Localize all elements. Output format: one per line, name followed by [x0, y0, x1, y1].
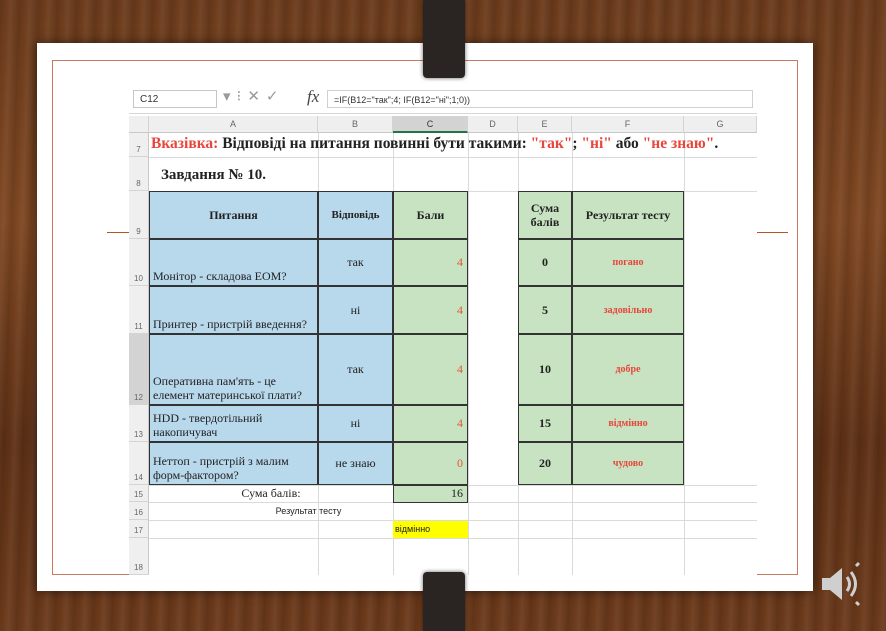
scale-result-cell[interactable]: відмінно: [572, 405, 684, 442]
row-header-7[interactable]: 7: [129, 133, 149, 157]
scale-result-cell[interactable]: добре: [572, 334, 684, 405]
scale-result-cell[interactable]: задовільно: [572, 286, 684, 334]
question-header[interactable]: Питання: [149, 191, 318, 239]
row-header-16[interactable]: 16: [129, 502, 149, 520]
column-header-f[interactable]: F: [572, 116, 684, 133]
answer-cell[interactable]: ні: [318, 405, 393, 442]
row-header-14[interactable]: 14: [129, 442, 149, 485]
confirm-icon[interactable]: ✓: [266, 88, 285, 105]
column-header-e[interactable]: E: [518, 116, 572, 133]
sum-label: Сума балів:: [241, 486, 301, 500]
question-cell[interactable]: Монітор - складова ЕОМ?: [149, 239, 318, 286]
name-box[interactable]: C12: [133, 90, 217, 108]
question-cell[interactable]: HDD - твердотільний накопичувач: [149, 405, 318, 442]
formula-bar: C12 ▾⁝✕✓ fx =IF(B12="так";4; IF(B12="ні"…: [129, 85, 757, 114]
function-icon[interactable]: fx: [307, 87, 319, 107]
row-header-15[interactable]: 15: [129, 485, 149, 502]
hint-options: "так"; "ні" або "не знаю".: [530, 135, 719, 152]
question-cell[interactable]: Неттоп - пристрій з малим форм-фактором?: [149, 442, 318, 485]
sum-value-cell[interactable]: 16: [393, 485, 468, 503]
grid-line: [684, 133, 685, 575]
column-header-c[interactable]: C: [393, 116, 468, 133]
row-header-11[interactable]: 11: [129, 286, 149, 334]
scale-points-cell[interactable]: 20: [518, 442, 572, 485]
points-cell[interactable]: 0: [393, 442, 468, 485]
select-all-corner[interactable]: [129, 116, 149, 133]
hint-prefix: Вказівка:: [151, 135, 219, 152]
scale-points-cell[interactable]: 15: [518, 405, 572, 442]
result-value-cell[interactable]: відмінно: [393, 521, 468, 538]
answer-header[interactable]: Відповідь: [318, 191, 393, 239]
row-header-9[interactable]: 9: [129, 191, 149, 239]
grid-line: [468, 133, 469, 575]
column-header-a[interactable]: A: [149, 116, 318, 133]
row-header-13[interactable]: 13: [129, 405, 149, 442]
answer-cell[interactable]: так: [318, 334, 393, 405]
formula-bar-buttons: ▾⁝✕✓: [223, 87, 284, 105]
grid-line: [149, 157, 757, 158]
speaker-icon[interactable]: [818, 560, 864, 608]
scale-points-cell[interactable]: 0: [518, 239, 572, 286]
scale-sum-header[interactable]: Сума балів: [518, 191, 572, 239]
dropdown-icon[interactable]: ▾: [223, 88, 237, 105]
row-header-10[interactable]: 10: [129, 239, 149, 286]
row-header-8[interactable]: 8: [129, 157, 149, 191]
row-header-12[interactable]: 12: [129, 334, 149, 405]
binder-clip-bottom: [423, 572, 465, 631]
question-cell[interactable]: Принтер - пристрій введення?: [149, 286, 318, 334]
cancel-icon[interactable]: ✕: [247, 88, 266, 105]
task-title: Завдання № 10.: [161, 167, 266, 183]
scale-result-header[interactable]: Результат тесту: [572, 191, 684, 239]
hint-body: Відповіді на питання повинні бути такими…: [218, 135, 531, 152]
points-cell-selected[interactable]: 4: [393, 334, 468, 405]
question-cell[interactable]: Оперативна пам'ять - це елемент материнс…: [149, 334, 318, 405]
column-header-b[interactable]: B: [318, 116, 393, 133]
points-cell[interactable]: 4: [393, 286, 468, 334]
row-header-18[interactable]: 18: [129, 538, 149, 575]
points-cell[interactable]: 4: [393, 239, 468, 286]
column-header-d[interactable]: D: [468, 116, 518, 133]
row-header-17[interactable]: 17: [129, 520, 149, 538]
points-header[interactable]: Бали: [393, 191, 468, 239]
spreadsheet-screenshot: C12 ▾⁝✕✓ fx =IF(B12="так";4; IF(B12="ні"…: [129, 85, 757, 575]
hint-text: Вказівка: Відповіді на питання повинні б…: [151, 135, 757, 157]
binder-clip-top: [423, 0, 465, 78]
answer-cell[interactable]: ні: [318, 286, 393, 334]
scale-points-cell[interactable]: 5: [518, 286, 572, 334]
grid-line: [149, 538, 757, 539]
points-cell[interactable]: 4: [393, 405, 468, 442]
separator-icon: ⁝: [236, 88, 248, 105]
scale-result-cell[interactable]: чудово: [572, 442, 684, 485]
answer-cell[interactable]: так: [318, 239, 393, 286]
result-label: Результат тесту: [275, 506, 342, 516]
scale-points-cell[interactable]: 10: [518, 334, 572, 405]
column-header-g[interactable]: G: [684, 116, 757, 133]
formula-input[interactable]: =IF(B12="так";4; IF(B12="ні";1;0)): [327, 90, 753, 108]
answer-cell[interactable]: не знаю: [318, 442, 393, 485]
scale-result-cell[interactable]: погано: [572, 239, 684, 286]
